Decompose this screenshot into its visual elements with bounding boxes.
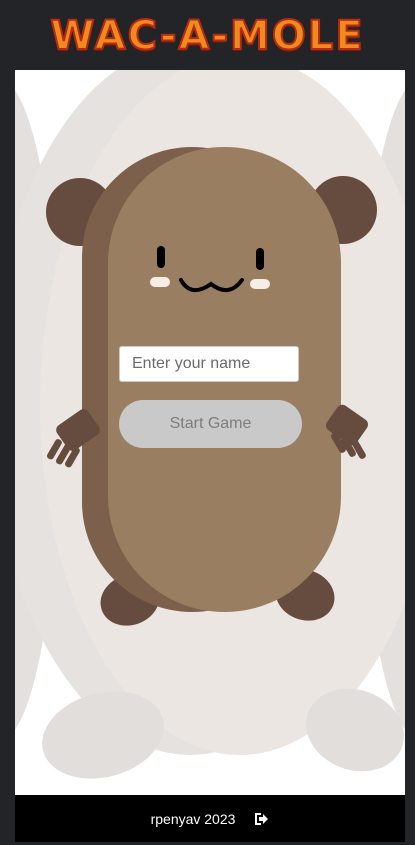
footer-credit: rpenyav 2023 bbox=[150, 810, 236, 827]
left-eye bbox=[157, 246, 165, 268]
header: WAC-A-MOLE bbox=[0, 0, 415, 70]
footer: rpenyav 2023 bbox=[15, 795, 405, 842]
right-cheek bbox=[250, 279, 270, 289]
game-title: WAC-A-MOLE bbox=[49, 12, 365, 60]
left-cheek bbox=[150, 277, 170, 287]
right-eye bbox=[256, 248, 264, 270]
logout-icon[interactable] bbox=[253, 812, 269, 826]
start-game-button[interactable]: Start Game bbox=[119, 400, 302, 448]
name-input[interactable] bbox=[119, 346, 299, 382]
game-stage: Start Game bbox=[15, 70, 405, 795]
